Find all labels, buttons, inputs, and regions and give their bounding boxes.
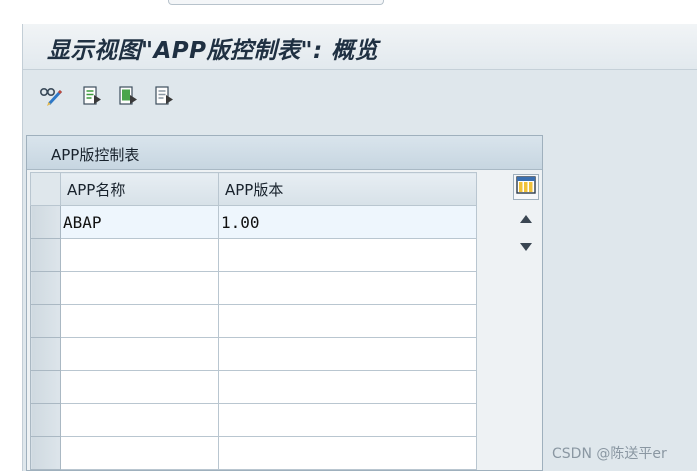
table-row — [30, 403, 477, 437]
cell-app-version[interactable]: 1.00 — [218, 205, 477, 239]
row-selector[interactable] — [30, 337, 61, 371]
select-all-rows-corner[interactable] — [30, 172, 61, 206]
cell-app-name[interactable] — [60, 337, 219, 371]
cell-app-version[interactable] — [218, 436, 477, 470]
application-toolbar — [23, 71, 697, 123]
table-row — [30, 436, 477, 470]
cell-app-version[interactable] — [218, 271, 477, 305]
glasses-pencil-icon — [39, 85, 65, 107]
data-grid: APP名称 APP版本 ABAP 1.00 — [30, 172, 477, 470]
cell-app-name[interactable]: ABAP — [60, 205, 219, 239]
deselect-icon — [153, 85, 175, 107]
table-row — [30, 337, 477, 371]
cell-app-name[interactable] — [60, 238, 219, 272]
row-selector[interactable] — [30, 271, 61, 305]
column-header-app-name[interactable]: APP名称 — [60, 172, 219, 206]
window-tab-stub — [168, 0, 384, 5]
table-row — [30, 370, 477, 404]
cell-app-version[interactable] — [218, 304, 477, 338]
cell-app-name[interactable] — [60, 271, 219, 305]
select-all-button[interactable] — [115, 83, 141, 109]
cell-app-version[interactable] — [218, 403, 477, 437]
cell-app-version[interactable] — [218, 337, 477, 371]
cell-app-version[interactable] — [218, 238, 477, 272]
cell-app-name[interactable] — [60, 436, 219, 470]
select-all-icon — [117, 85, 139, 107]
table-row — [30, 271, 477, 305]
cell-app-name[interactable] — [60, 370, 219, 404]
deselect-all-button[interactable] — [151, 83, 177, 109]
table-row: ABAP 1.00 — [30, 205, 477, 239]
triangle-up-icon — [520, 208, 532, 227]
cell-app-name[interactable] — [60, 403, 219, 437]
row-selector[interactable] — [30, 238, 61, 272]
column-header-app-version[interactable]: APP版本 — [218, 172, 477, 206]
row-selector[interactable] — [30, 304, 61, 338]
page-title: 显示视图"APP版控制表": 概览 — [47, 38, 379, 64]
vertical-scrollbar[interactable] — [512, 204, 540, 468]
top-strip — [0, 0, 697, 24]
column-settings-button[interactable] — [513, 174, 539, 200]
display-change-button[interactable] — [39, 83, 65, 109]
triangle-down-icon — [520, 236, 532, 255]
header-row: APP名称 APP版本 — [30, 172, 477, 206]
table-columns-icon — [516, 176, 536, 198]
row-selector[interactable] — [30, 205, 61, 239]
title-bar: 显示视图"APP版控制表": 概览 — [23, 24, 697, 70]
row-selector[interactable] — [30, 370, 61, 404]
table-title-bar: APP版控制表 — [27, 136, 542, 170]
table-control: APP版控制表 APP名称 APP版本 ABAP 1.00 — [26, 135, 543, 471]
scroll-down-button[interactable] — [515, 234, 537, 256]
row-selector[interactable] — [30, 436, 61, 470]
watermark: CSDN @陈送平er — [552, 446, 667, 462]
export-button[interactable] — [79, 83, 105, 109]
sap-window: 显示视图"APP版控制表": 概览 APP版控制表 APP名称 APP版本 AB… — [22, 24, 697, 471]
row-selector[interactable] — [30, 403, 61, 437]
cell-app-name[interactable] — [60, 304, 219, 338]
export-icon — [81, 85, 103, 107]
table-row — [30, 238, 477, 272]
scroll-up-button[interactable] — [515, 206, 537, 228]
cell-app-version[interactable] — [218, 370, 477, 404]
table-title: APP版控制表 — [51, 146, 140, 164]
table-row — [30, 304, 477, 338]
